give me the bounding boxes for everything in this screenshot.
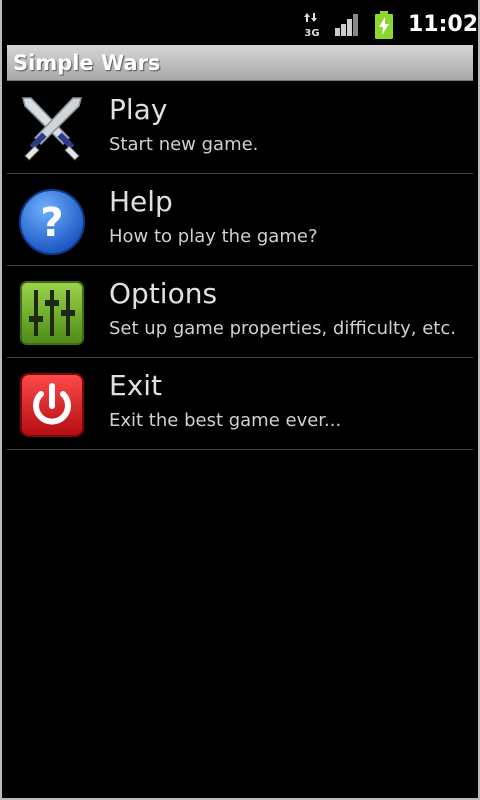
menu-item-description: How to play the game? <box>109 226 318 247</box>
menu-item-label: Options <box>109 277 218 310</box>
sliders-icon <box>20 281 84 345</box>
network-3g-icon: 3G <box>304 13 320 38</box>
menu-item-exit[interactable]: Exit Exit the best game ever... <box>7 358 473 450</box>
menu-item-options[interactable]: Options Set up game properties, difficul… <box>7 266 473 358</box>
svg-text:?: ? <box>40 200 63 246</box>
menu-item-description: Start new game. <box>109 134 259 155</box>
menu-item-description: Exit the best game ever... <box>109 410 342 431</box>
status-bar: 3G 11:02 <box>0 0 480 48</box>
question-mark-icon: ? <box>19 189 85 255</box>
title-bar: Simple Wars <box>7 45 473 81</box>
network-label: 3G <box>304 28 319 38</box>
app-title: Simple Wars <box>13 51 161 75</box>
battery-charging-icon <box>375 11 393 39</box>
menu-item-label: Exit <box>109 369 163 402</box>
menu-item-description: Set up game properties, difficulty, etc. <box>109 318 456 339</box>
crossed-swords-icon <box>22 97 82 161</box>
main-menu-list: Play Start new game. ? Help How to play … <box>7 82 473 450</box>
power-icon <box>20 373 84 437</box>
frame-edge-left <box>0 0 2 800</box>
status-clock: 11:02 <box>408 12 479 37</box>
menu-item-help[interactable]: ? Help How to play the game? <box>7 174 473 266</box>
signal-icon <box>335 14 358 36</box>
android-screen: 3G 11:02 Simple Wars Play Start new game… <box>0 0 480 800</box>
menu-item-play[interactable]: Play Start new game. <box>7 82 473 174</box>
menu-item-label: Help <box>109 185 173 218</box>
menu-item-label: Play <box>109 93 168 126</box>
